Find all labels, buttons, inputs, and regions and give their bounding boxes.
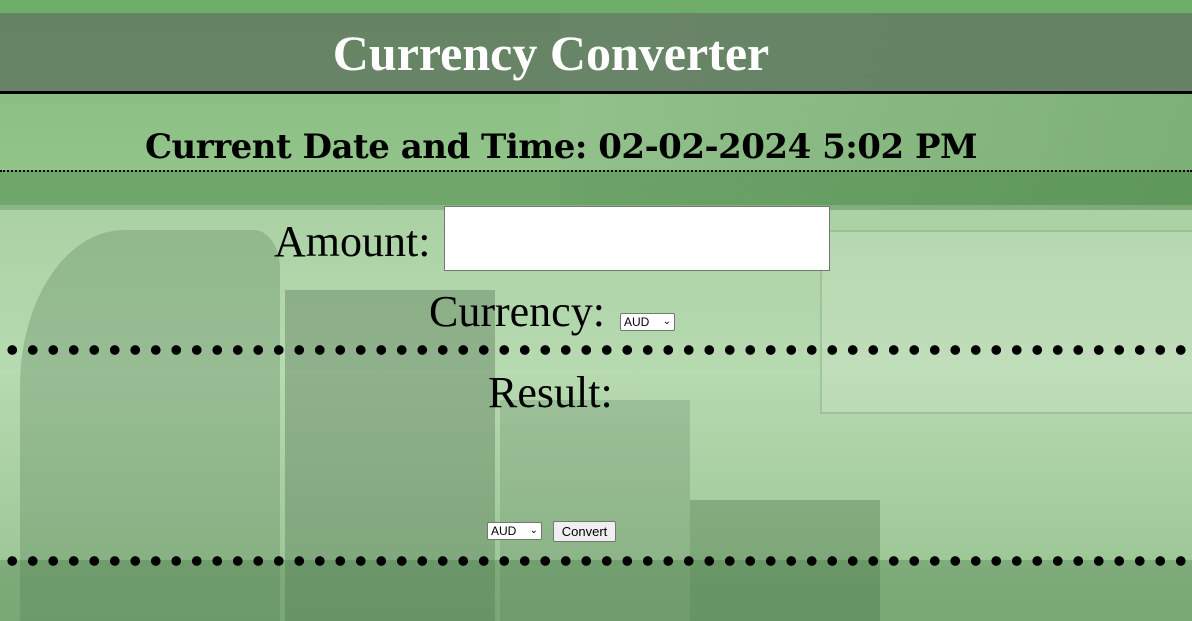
page-header: Currency Converter bbox=[0, 13, 1192, 94]
datetime-section: Current Date and Time: 02-02-2024 5:02 P… bbox=[0, 94, 1192, 173]
datetime-divider bbox=[0, 170, 1192, 172]
source-currency-select[interactable]: AUD ⌄ bbox=[620, 313, 675, 331]
convert-button[interactable]: Convert bbox=[553, 521, 616, 542]
target-currency-value: AUD bbox=[491, 524, 517, 538]
target-currency-select[interactable]: AUD ⌄ bbox=[487, 522, 542, 540]
source-currency-value: AUD bbox=[624, 315, 650, 329]
currency-label: Currency: bbox=[429, 287, 605, 336]
dotted-divider-bottom bbox=[0, 556, 1192, 566]
result-label: Result: bbox=[488, 368, 613, 417]
current-datetime: Current Date and Time: 02-02-2024 5:02 P… bbox=[145, 127, 978, 167]
amount-label: Amount: bbox=[274, 217, 431, 266]
chevron-down-icon: ⌄ bbox=[662, 316, 671, 327]
dotted-divider-top bbox=[0, 345, 1192, 355]
amount-input[interactable] bbox=[444, 206, 830, 271]
chevron-down-icon: ⌄ bbox=[529, 525, 538, 536]
page-title: Currency Converter bbox=[332, 25, 770, 81]
top-strip bbox=[0, 0, 1192, 13]
